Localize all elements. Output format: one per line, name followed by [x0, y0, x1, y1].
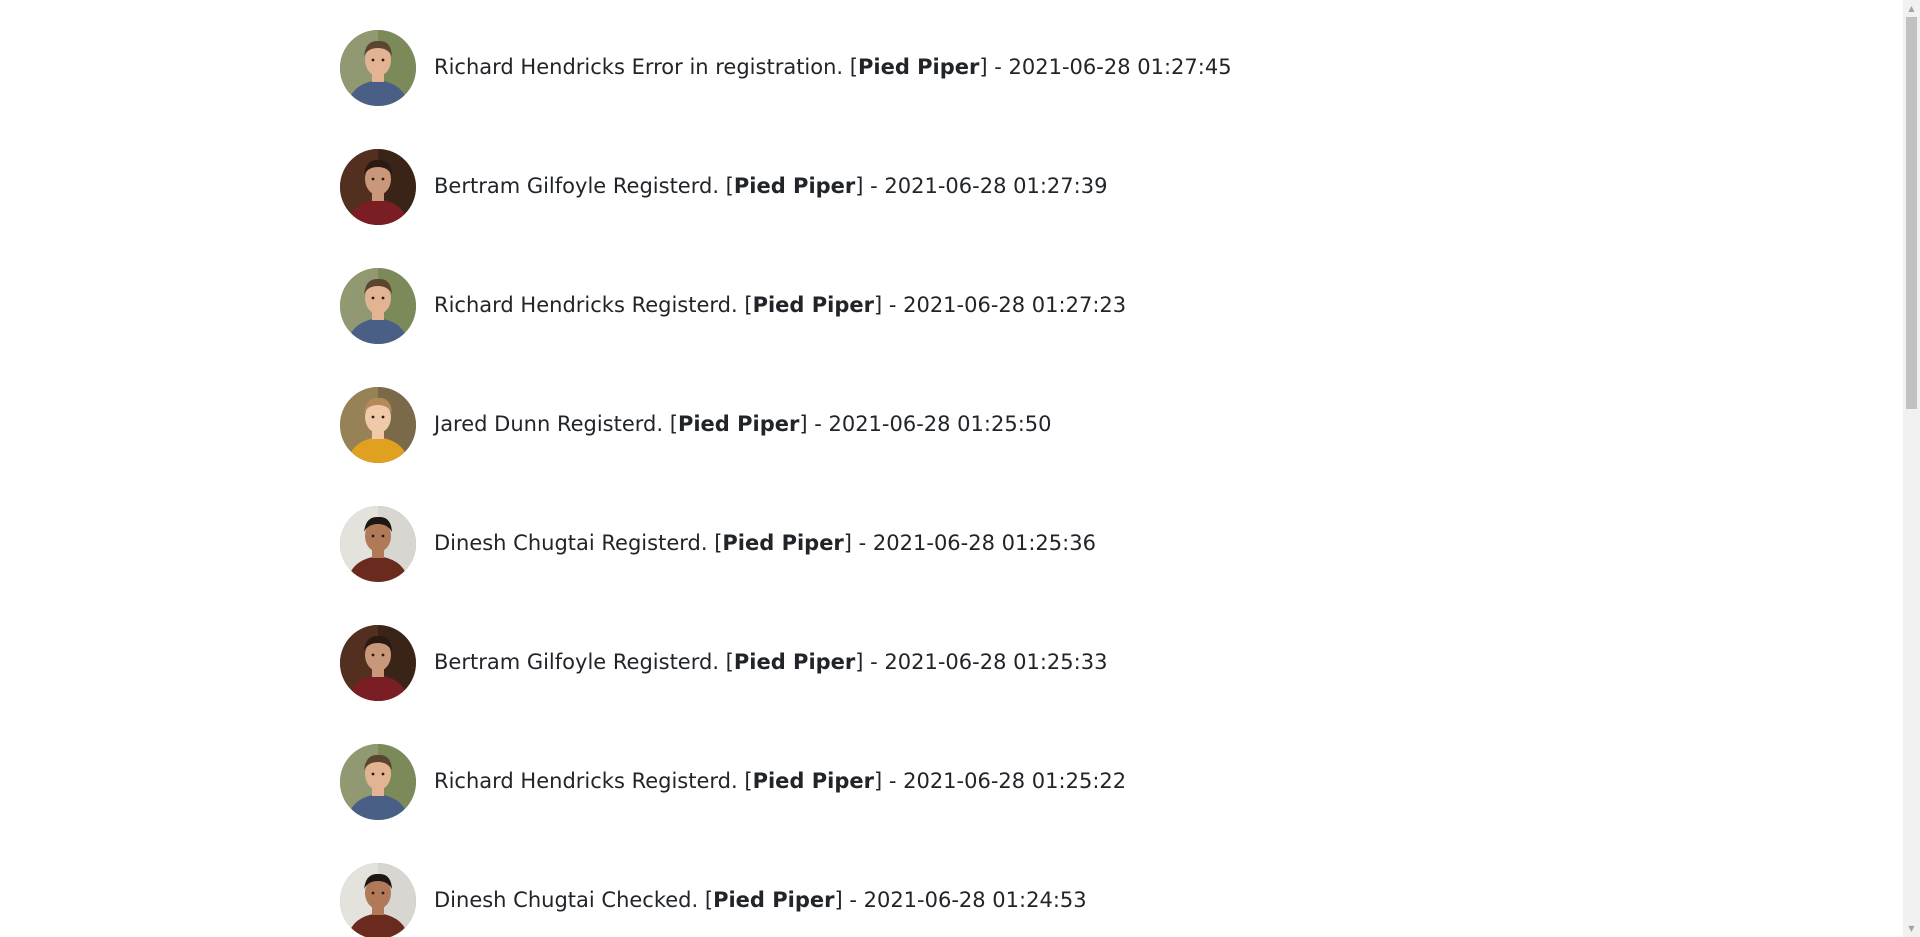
entry-timestamp: 2021-06-28 01:25:36 — [872, 531, 1096, 556]
avatar-photo — [340, 625, 416, 701]
avatar — [340, 625, 416, 701]
entry-timestamp: 2021-06-28 01:27:45 — [1008, 55, 1232, 80]
entry-company: Pied Piper — [722, 531, 844, 556]
entry-user-name: Richard Hendricks — [434, 293, 625, 318]
entry-text: Dinesh Chugtai Checked. [Pied Piper] - 2… — [434, 888, 1087, 913]
scrollbar-thumb[interactable] — [1906, 17, 1917, 409]
entry-user-name: Dinesh Chugtai — [434, 888, 595, 913]
feed-entry: Bertram Gilfoyle Registerd. [Pied Piper]… — [340, 149, 1840, 225]
activity-page: Richard Hendricks Error in registration.… — [0, 0, 1920, 937]
entry-company: Pied Piper — [733, 650, 856, 675]
avatar-photo — [340, 387, 416, 463]
entry-timestamp: 2021-06-28 01:24:53 — [863, 888, 1087, 913]
feed-entry: Dinesh Chugtai Checked. [Pied Piper] - 2… — [340, 863, 1840, 937]
feed-entry: Richard Hendricks Registerd. [Pied Piper… — [340, 268, 1840, 344]
avatar-photo — [340, 863, 416, 937]
entry-user-name: Richard Hendricks — [434, 55, 625, 80]
entry-text: Bertram Gilfoyle Registerd. [Pied Piper]… — [434, 650, 1108, 675]
entry-action: Checked. — [601, 888, 699, 913]
avatar-photo — [340, 744, 416, 820]
entry-action: Registerd. — [612, 174, 719, 199]
entry-user-name: Bertram Gilfoyle — [434, 650, 607, 675]
feed-entry: Jared Dunn Registerd. [Pied Piper] - 202… — [340, 387, 1840, 463]
avatar — [340, 387, 416, 463]
feed-entry: Richard Hendricks Registerd. [Pied Piper… — [340, 744, 1840, 820]
avatar-photo — [340, 30, 416, 106]
avatar — [340, 149, 416, 225]
entry-action: Registerd. — [631, 769, 738, 794]
entry-user-name: Dinesh Chugtai — [434, 531, 595, 556]
avatar — [340, 30, 416, 106]
avatar — [340, 506, 416, 582]
entry-timestamp: 2021-06-28 01:25:22 — [903, 769, 1127, 794]
entry-action: Registerd. — [612, 650, 719, 675]
scroll-up-icon[interactable]: ▲ — [1903, 0, 1920, 17]
entry-user-name: Jared Dunn — [434, 412, 551, 437]
entry-timestamp: 2021-06-28 01:27:39 — [884, 174, 1108, 199]
vertical-scrollbar[interactable]: ▲ ▼ — [1903, 0, 1920, 937]
activity-feed: Richard Hendricks Error in registration.… — [340, 30, 1840, 937]
entry-action: Error in registration. — [631, 55, 844, 80]
entry-timestamp: 2021-06-28 01:25:50 — [828, 412, 1052, 437]
entry-company: Pied Piper — [857, 55, 980, 80]
entry-action: Registerd. — [601, 531, 708, 556]
avatar — [340, 268, 416, 344]
entry-text: Dinesh Chugtai Registerd. [Pied Piper] -… — [434, 531, 1096, 556]
entry-timestamp: 2021-06-28 01:27:23 — [903, 293, 1127, 318]
entry-company: Pied Piper — [752, 293, 874, 318]
avatar-photo — [340, 149, 416, 225]
feed-entry: Bertram Gilfoyle Registerd. [Pied Piper]… — [340, 625, 1840, 701]
entry-text: Jared Dunn Registerd. [Pied Piper] - 202… — [434, 412, 1052, 437]
feed-entry: Dinesh Chugtai Registerd. [Pied Piper] -… — [340, 506, 1840, 582]
avatar-photo — [340, 268, 416, 344]
entry-text: Bertram Gilfoyle Registerd. [Pied Piper]… — [434, 174, 1108, 199]
entry-company: Pied Piper — [713, 888, 835, 913]
scroll-down-icon[interactable]: ▼ — [1903, 920, 1920, 937]
entry-text: Richard Hendricks Registerd. [Pied Piper… — [434, 293, 1127, 318]
entry-action: Registerd. — [631, 293, 738, 318]
entry-company: Pied Piper — [733, 174, 856, 199]
entry-text: Richard Hendricks Error in registration.… — [434, 55, 1232, 80]
entry-user-name: Richard Hendricks — [434, 769, 625, 794]
entry-user-name: Bertram Gilfoyle — [434, 174, 607, 199]
entry-text: Richard Hendricks Registerd. [Pied Piper… — [434, 769, 1127, 794]
avatar — [340, 863, 416, 937]
feed-entry: Richard Hendricks Error in registration.… — [340, 30, 1840, 106]
entry-company: Pied Piper — [752, 769, 874, 794]
avatar — [340, 744, 416, 820]
entry-company: Pied Piper — [677, 412, 800, 437]
avatar-photo — [340, 506, 416, 582]
entry-timestamp: 2021-06-28 01:25:33 — [884, 650, 1108, 675]
entry-action: Registerd. — [556, 412, 664, 437]
